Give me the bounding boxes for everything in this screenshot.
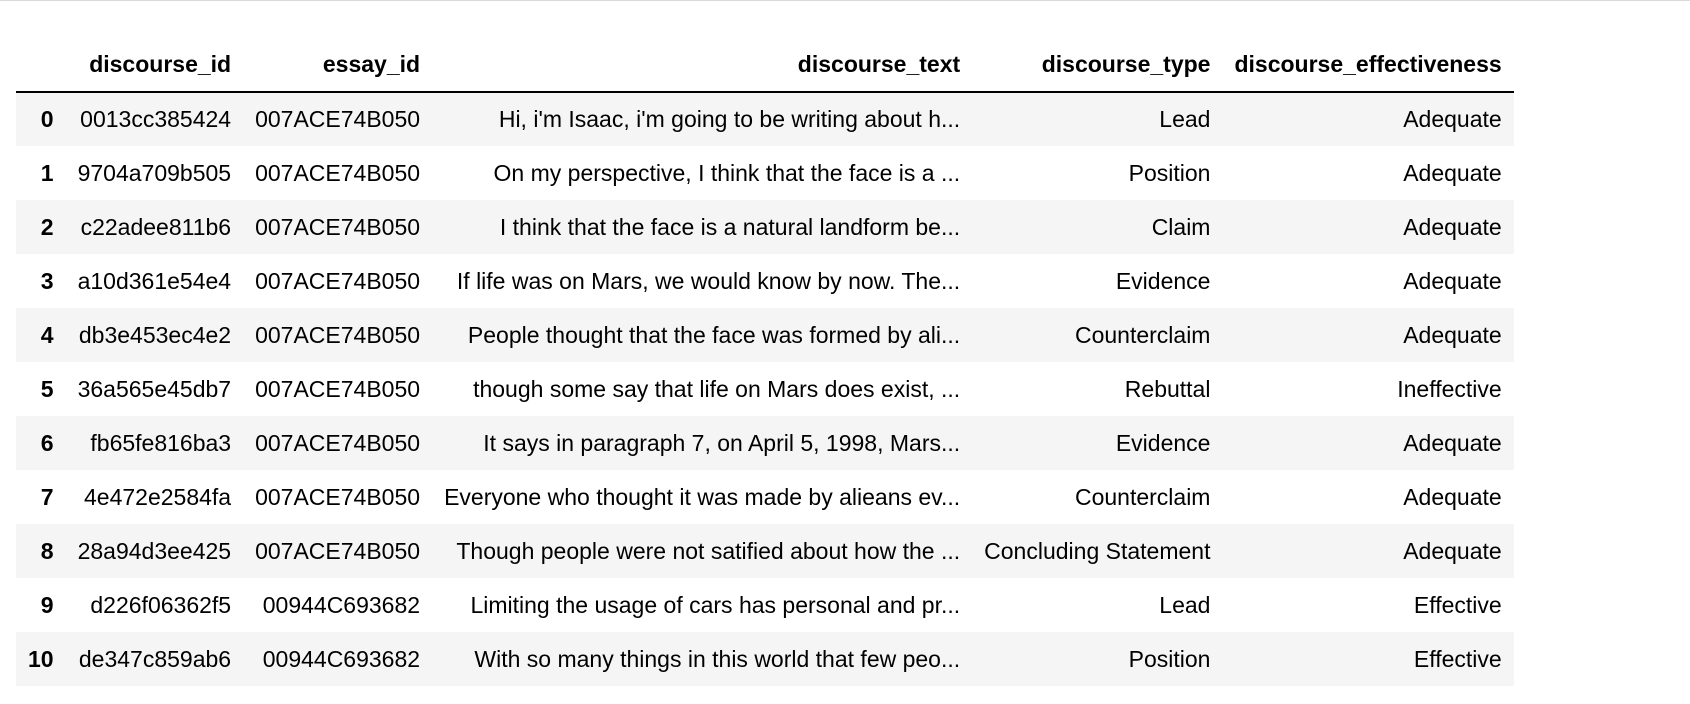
row-index: 3 xyxy=(40,267,54,294)
header-row: discourse_id essay_id discourse_text dis… xyxy=(16,38,1514,93)
row-index: 0 xyxy=(40,106,54,132)
cell-essay-id: 007ACE74B050 xyxy=(255,321,421,348)
cell-discourse-effectiveness: Adequate xyxy=(1403,267,1502,294)
table-row: 9 d226f06362f5 00944C693682 Limiting the us… xyxy=(16,578,1514,632)
cell-discourse-text: With so many things in this world that f… xyxy=(474,645,961,672)
table-row: 8 28a94d3ee425 007ACE74B050 Though people w… xyxy=(16,524,1514,578)
table-row: 10 de347c859ab6 00944C693682 With so many t… xyxy=(16,632,1514,686)
cell-discourse-text: People thought that the face was formed … xyxy=(467,321,961,348)
output-top-divider xyxy=(0,0,1690,1)
cell-essay-id: 007ACE74B050 xyxy=(255,375,421,402)
cell-discourse-text: though some say that life on Mars does e… xyxy=(473,375,961,402)
cell-essay-id: 007ACE74B050 xyxy=(255,483,421,510)
cell-discourse-type: Evidence xyxy=(1115,267,1211,294)
cell-discourse-effectiveness: Effective xyxy=(1413,591,1502,618)
cell-discourse-id: 9704a709b505 xyxy=(77,159,232,186)
cell-discourse-text: It says in paragraph 7, on April 5, 1998… xyxy=(483,429,961,456)
cell-discourse-text: Limiting the usage of cars has personal … xyxy=(470,591,961,618)
cell-essay-id: 007ACE74B050 xyxy=(255,159,421,186)
header-index xyxy=(16,38,66,93)
cell-discourse-text: Hi, i'm Isaac, i'm going to be writing a… xyxy=(498,106,961,132)
row-index: 2 xyxy=(40,213,54,240)
cell-essay-id: 007ACE74B050 xyxy=(255,429,421,456)
header-essay-id: essay_id xyxy=(243,38,433,93)
cell-discourse-id: a10d361e54e4 xyxy=(77,267,232,294)
row-index: 4 xyxy=(40,321,54,348)
cell-discourse-type: Position xyxy=(1128,645,1211,672)
cell-discourse-id: fb65fe816ba3 xyxy=(90,429,232,456)
cell-discourse-effectiveness: Effective xyxy=(1413,645,1502,672)
header-discourse-id: discourse_id xyxy=(65,38,244,93)
cell-discourse-effectiveness: Adequate xyxy=(1403,159,1502,186)
cell-essay-id: 007ACE74B050 xyxy=(255,106,421,132)
cell-discourse-id: db3e453ec4e2 xyxy=(78,321,232,348)
row-index: 9 xyxy=(40,591,54,618)
cell-discourse-id: 0013cc385424 xyxy=(80,106,232,132)
header-discourse-type: discourse_type xyxy=(972,38,1223,93)
cell-discourse-type: Lead xyxy=(1159,591,1211,618)
cell-discourse-type: Claim xyxy=(1151,213,1211,240)
cell-discourse-id: 28a94d3ee425 xyxy=(77,537,232,564)
table-row: 4 db3e453ec4e2 007ACE74B050 People thought … xyxy=(16,308,1514,362)
table-body: 0 0013cc385424 007ACE74B050 Hi, i'm Isaac, … xyxy=(16,92,1514,686)
row-index: 1 xyxy=(40,159,54,186)
cell-discourse-effectiveness: Adequate xyxy=(1403,106,1502,132)
table-row: 5 36a565e45db7 007ACE74B050 though some say… xyxy=(16,362,1514,416)
cell-discourse-effectiveness: Adequate xyxy=(1403,429,1502,456)
header-discourse-text: discourse_text xyxy=(432,38,973,93)
dataframe-table: discourse_id essay_id discourse_text dis… xyxy=(16,38,1514,686)
row-index: 10 xyxy=(28,645,54,672)
cell-discourse-text: If life was on Mars, we would know by no… xyxy=(456,267,961,294)
cell-discourse-effectiveness: Adequate xyxy=(1403,213,1502,240)
table-row: 6 fb65fe816ba3 007ACE74B050 It says in para… xyxy=(16,416,1514,470)
cell-discourse-type: Evidence xyxy=(1115,429,1211,456)
cell-discourse-id: 4e472e2584fa xyxy=(83,483,232,510)
cell-discourse-type: Counterclaim xyxy=(1074,483,1211,510)
cell-essay-id: 007ACE74B050 xyxy=(255,267,421,294)
cell-discourse-type: Rebuttal xyxy=(1124,375,1211,402)
cell-discourse-type: Concluding Statement xyxy=(984,537,1211,564)
row-index: 7 xyxy=(40,483,54,510)
cell-discourse-effectiveness: Ineffective xyxy=(1397,375,1502,402)
dataframe-output: discourse_id essay_id discourse_text dis… xyxy=(16,38,1514,686)
table-row: 7 4e472e2584fa 007ACE74B050 Everyone who th… xyxy=(16,470,1514,524)
cell-discourse-id: de347c859ab6 xyxy=(78,645,232,672)
cell-essay-id: 007ACE74B050 xyxy=(255,213,421,240)
cell-discourse-id: d226f06362f5 xyxy=(90,591,232,618)
cell-discourse-effectiveness: Adequate xyxy=(1403,321,1502,348)
table-row: 3 a10d361e54e4 007ACE74B050 If life was on … xyxy=(16,254,1514,308)
row-index: 8 xyxy=(40,537,54,564)
cell-discourse-text: I think that the face is a natural landf… xyxy=(499,213,961,240)
cell-discourse-text: Everyone who thought it was made by alie… xyxy=(444,483,961,510)
cell-discourse-type: Lead xyxy=(1159,106,1211,132)
cell-discourse-type: Position xyxy=(1128,159,1211,186)
table-row: 1 9704a709b505 007ACE74B050 On my perspecti… xyxy=(16,146,1514,200)
row-index: 6 xyxy=(40,429,54,456)
header-discourse-effectiveness: discourse_effectiveness xyxy=(1222,38,1514,93)
cell-discourse-type: Counterclaim xyxy=(1074,321,1211,348)
table-row: 0 0013cc385424 007ACE74B050 Hi, i'm Isaac, … xyxy=(16,92,1514,146)
cell-discourse-effectiveness: Adequate xyxy=(1403,537,1502,564)
cell-essay-id: 00944C693682 xyxy=(262,591,421,618)
table-header: discourse_id essay_id discourse_text dis… xyxy=(16,38,1514,93)
row-index: 5 xyxy=(40,375,54,402)
cell-discourse-text: Though people were not satified about ho… xyxy=(456,537,961,564)
cell-discourse-text: On my perspective, I think that the face… xyxy=(493,159,961,186)
table-row: 2 c22adee811b6 007ACE74B050 I think that th… xyxy=(16,200,1514,254)
cell-essay-id: 007ACE74B050 xyxy=(255,537,421,564)
cell-discourse-id: c22adee811b6 xyxy=(80,213,232,240)
cell-essay-id: 00944C693682 xyxy=(262,645,421,672)
cell-discourse-effectiveness: Adequate xyxy=(1403,483,1502,510)
cell-discourse-id: 36a565e45db7 xyxy=(77,375,232,402)
